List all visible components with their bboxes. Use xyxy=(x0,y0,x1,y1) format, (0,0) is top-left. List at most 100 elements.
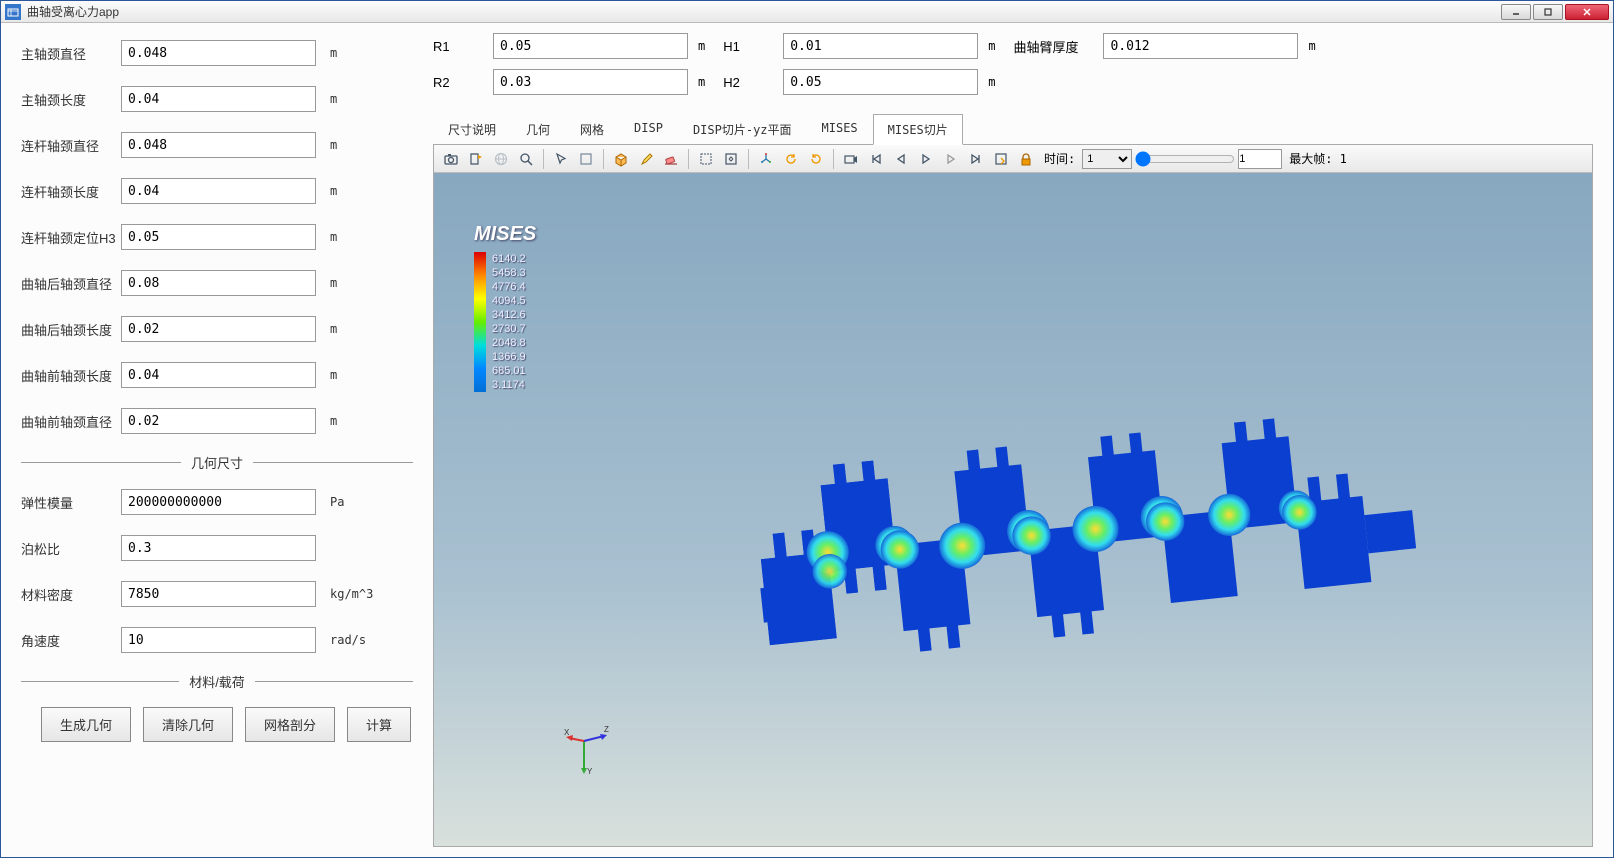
legend-value: 4776.4 xyxy=(492,280,526,294)
next-frame-icon[interactable] xyxy=(940,148,962,170)
geom-input-0[interactable] xyxy=(121,40,316,66)
box-select-icon[interactable] xyxy=(695,148,717,170)
action-0[interactable]: 生成几何 xyxy=(41,707,131,742)
tp-unit: m xyxy=(1308,39,1315,53)
lock-icon[interactable] xyxy=(1015,148,1037,170)
geom-input-5[interactable] xyxy=(121,270,316,296)
field-unit: m xyxy=(330,322,337,336)
field-unit: m xyxy=(330,138,337,152)
field-label: 角速度 xyxy=(21,631,121,650)
left-panel: 主轴颈直径 m 主轴颈长度 m 连杆轴颈直径 m 连杆轴颈长度 m 连杆轴颈定位… xyxy=(1,23,433,857)
field-label: 泊松比 xyxy=(21,539,121,558)
action-2[interactable]: 网格剖分 xyxy=(245,707,335,742)
tp-unit: m xyxy=(988,39,995,53)
field-unit: m xyxy=(330,46,337,60)
geom-input-8[interactable] xyxy=(121,408,316,434)
tp-unit: m xyxy=(698,75,705,89)
field-label: 连杆轴颈直径 xyxy=(21,136,121,155)
field-label: 曲轴前轴颈直径 xyxy=(21,412,121,431)
select-arrow-icon[interactable] xyxy=(550,148,572,170)
field-unit: m xyxy=(330,414,337,428)
mat-input-0[interactable] xyxy=(121,489,316,515)
maximize-button[interactable] xyxy=(1533,4,1563,20)
tab-0[interactable]: 尺寸说明 xyxy=(433,114,511,145)
tp-input-曲轴臂厚度[interactable] xyxy=(1103,33,1298,59)
field-row: 主轴颈直径 m xyxy=(21,39,413,67)
field-row: 曲轴前轴颈长度 m xyxy=(21,361,413,389)
time-select[interactable]: 1 xyxy=(1082,149,1132,169)
tab-2[interactable]: 网格 xyxy=(565,114,619,145)
export-icon[interactable] xyxy=(465,148,487,170)
tp-input-R2[interactable] xyxy=(493,69,688,95)
tp-label: R1 xyxy=(433,39,493,54)
field-unit: m xyxy=(330,276,337,290)
play-icon[interactable] xyxy=(915,148,937,170)
geom-input-7[interactable] xyxy=(121,362,316,388)
field-label: 曲轴后轴颈长度 xyxy=(21,320,121,339)
legend-value: 685.01 xyxy=(492,364,526,378)
frame-spinner[interactable] xyxy=(1238,149,1282,169)
tp-input-H1[interactable] xyxy=(783,33,978,59)
mat-input-2[interactable] xyxy=(121,581,316,607)
maxframe-label: 最大帧: 1 xyxy=(1285,150,1351,167)
time-slider[interactable] xyxy=(1135,151,1235,167)
tab-1[interactable]: 几何 xyxy=(511,114,565,145)
box-icon[interactable] xyxy=(575,148,597,170)
last-frame-icon[interactable] xyxy=(965,148,987,170)
tab-4[interactable]: DISP切片-yz平面 xyxy=(678,114,807,145)
globe-icon[interactable] xyxy=(490,148,512,170)
camera-icon[interactable] xyxy=(440,148,462,170)
field-row: 角速度 rad/s xyxy=(21,626,413,654)
fit-icon[interactable] xyxy=(720,148,742,170)
field-row: 泊松比 xyxy=(21,534,413,562)
geom-input-4[interactable] xyxy=(121,224,316,250)
window-title: 曲轴受离心力app xyxy=(27,3,1501,20)
brush-icon[interactable] xyxy=(635,148,657,170)
svg-text:X: X xyxy=(564,728,570,737)
field-unit: rad/s xyxy=(330,633,366,647)
svg-text:Y: Y xyxy=(587,767,593,776)
svg-text:Z: Z xyxy=(604,726,609,734)
action-1[interactable]: 清除几何 xyxy=(143,707,233,742)
time-label: 时间: xyxy=(1040,150,1079,167)
geom-input-6[interactable] xyxy=(121,316,316,342)
geom-input-3[interactable] xyxy=(121,178,316,204)
cube-icon[interactable] xyxy=(610,148,632,170)
field-label: 连杆轴颈长度 xyxy=(21,182,121,201)
tab-bar: 尺寸说明几何网格DISPDISP切片-yz平面MISESMISES切片 xyxy=(433,113,1593,145)
tab-5[interactable]: MISES xyxy=(807,114,873,145)
first-frame-icon[interactable] xyxy=(865,148,887,170)
action-3[interactable]: 计算 xyxy=(347,707,411,742)
eraser-icon[interactable] xyxy=(660,148,682,170)
tab-6[interactable]: MISES切片 xyxy=(873,114,963,145)
field-unit: m xyxy=(330,184,337,198)
prev-frame-icon[interactable] xyxy=(890,148,912,170)
titlebar: 曲轴受离心力app xyxy=(1,1,1613,23)
field-row: 材料密度 kg/m^3 xyxy=(21,580,413,608)
legend-value: 5458.3 xyxy=(492,266,526,280)
app-icon xyxy=(5,4,21,20)
field-label: 曲轴后轴颈直径 xyxy=(21,274,121,293)
minimize-button[interactable] xyxy=(1501,4,1531,20)
close-button[interactable] xyxy=(1565,4,1609,20)
field-row: 弹性模量 Pa xyxy=(21,488,413,516)
rotate-ccw-icon[interactable] xyxy=(780,148,802,170)
export-anim-icon[interactable] xyxy=(990,148,1012,170)
field-unit: m xyxy=(330,368,337,382)
zoom-icon[interactable] xyxy=(515,148,537,170)
tp-label: H2 xyxy=(723,75,783,90)
tp-input-H2[interactable] xyxy=(783,69,978,95)
tp-unit: m xyxy=(698,39,705,53)
top-field: R2 m xyxy=(433,69,705,95)
geom-input-2[interactable] xyxy=(121,132,316,158)
legend-colorbar xyxy=(474,252,486,392)
rotate-cw-icon[interactable] xyxy=(805,148,827,170)
mat-input-1[interactable] xyxy=(121,535,316,561)
axes-icon[interactable] xyxy=(755,148,777,170)
video-icon[interactable] xyxy=(840,148,862,170)
mat-input-3[interactable] xyxy=(121,627,316,653)
3d-viewport[interactable]: MISES 6140.25458.34776.44094.53412.62730… xyxy=(434,173,1592,846)
tab-3[interactable]: DISP xyxy=(619,114,678,145)
geom-input-1[interactable] xyxy=(121,86,316,112)
tp-input-R1[interactable] xyxy=(493,33,688,59)
